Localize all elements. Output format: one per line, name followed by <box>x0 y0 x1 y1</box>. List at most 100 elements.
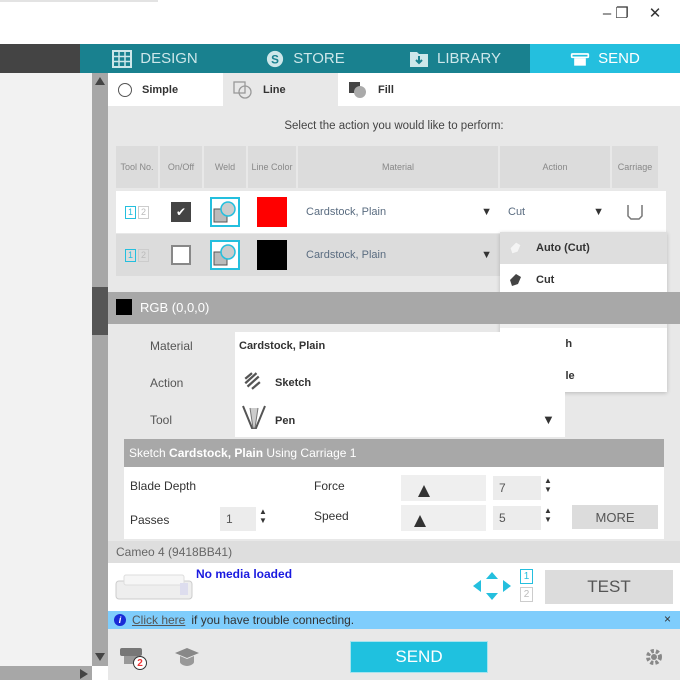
tab-simple[interactable]: Simple <box>108 73 223 106</box>
material-value[interactable]: Cardstock, Plain <box>239 340 325 352</box>
restore-icon: ❐ <box>615 5 629 22</box>
action-label: Action <box>150 376 184 390</box>
radio-circle-icon <box>118 82 132 97</box>
info-text: if you have trouble connecting. <box>191 613 355 627</box>
speed-slider[interactable] <box>401 505 486 531</box>
summary-carriage: Using Carriage 1 <box>263 446 357 460</box>
tutorial-cap-icon[interactable] <box>173 646 201 668</box>
speed-stepper[interactable]: ▲ ▼ <box>543 506 553 524</box>
speed-slider-thumb[interactable] <box>413 515 426 527</box>
carriage-cell[interactable] <box>612 191 658 233</box>
tab-fill[interactable]: Fill <box>338 73 453 106</box>
table-row[interactable]: 12 ✔ Cardstock, Plain ▼ Cut ▼ <box>116 191 666 233</box>
chevron-down-icon: ▼ <box>481 249 492 261</box>
scroll-right-arrow-icon[interactable] <box>80 669 88 679</box>
summary-material: Cardstock, Plain <box>169 446 264 460</box>
queue-count-badge: 2 <box>133 656 147 670</box>
tab-store[interactable]: S STORE <box>230 44 380 73</box>
action-value[interactable]: Sketch <box>275 377 311 389</box>
force-slider[interactable] <box>401 475 486 501</box>
tab-library[interactable]: LIBRARY <box>380 44 530 73</box>
more-button[interactable]: MORE <box>572 505 658 529</box>
vertical-scrollbar[interactable] <box>92 73 108 666</box>
line-color-swatch[interactable] <box>257 240 287 270</box>
stepper-up-icon: ▲ <box>259 507 267 516</box>
speed-label: Speed <box>314 509 349 523</box>
click-here-link[interactable]: Click here <box>132 613 185 627</box>
scroll-down-arrow-icon[interactable] <box>95 653 105 661</box>
force-slider-thumb[interactable] <box>418 485 431 497</box>
header-tool-no: Tool No. <box>116 146 158 188</box>
on-off-checkbox[interactable]: ✔ <box>171 202 191 222</box>
pen-icon <box>242 405 266 429</box>
tab-send[interactable]: SEND <box>530 44 680 73</box>
tool-1[interactable]: 1 <box>125 248 136 262</box>
header-material: Material <box>298 146 498 188</box>
force-input[interactable]: 7 <box>493 476 541 500</box>
move-arrows-icon[interactable] <box>472 571 512 601</box>
passes-stepper[interactable]: ▲ ▼ <box>258 507 268 525</box>
fill-mode-icon <box>349 81 366 98</box>
title-strip <box>0 0 158 2</box>
auto-blade-icon <box>509 241 522 255</box>
tool-number[interactable]: 12 <box>116 191 158 233</box>
carriage-1-selector[interactable]: 1 <box>520 569 533 584</box>
store-s-icon: S <box>267 50 284 67</box>
close-window-button[interactable]: ✕ <box>632 2 678 24</box>
media-status: No media loaded <box>196 567 293 581</box>
info-bar: i Click here if you have trouble connect… <box>108 611 680 629</box>
scroll-up-arrow-icon[interactable] <box>95 77 105 85</box>
send-queue-button[interactable]: 2 <box>118 646 150 675</box>
header-on-off: On/Off <box>160 146 202 188</box>
gear-icon[interactable] <box>643 646 665 668</box>
tab-send-label: SEND <box>598 50 640 67</box>
tab-design[interactable]: DESIGN <box>80 44 230 73</box>
line-color-swatch[interactable] <box>257 197 287 227</box>
selected-color-swatch <box>116 299 132 315</box>
material-label: Material <box>150 339 193 353</box>
device-name[interactable]: Cameo 4 (9418BB41) <box>108 541 680 563</box>
weld-icon[interactable] <box>210 197 240 227</box>
send-button[interactable]: SEND <box>350 641 488 673</box>
header-carriage: Carriage <box>612 146 658 188</box>
carriage-2-selector[interactable]: 2 <box>520 587 533 602</box>
action-prompt: Select the action you would like to perf… <box>284 120 504 132</box>
design-canvas[interactable] <box>0 73 92 666</box>
chevron-down-icon: ▼ <box>481 206 492 218</box>
passes-input[interactable]: 1 <box>220 507 256 531</box>
tool-1[interactable]: 1 <box>125 205 136 219</box>
tool-dropdown-chevron-icon[interactable]: ▼ <box>542 412 555 427</box>
on-off-checkbox[interactable] <box>171 245 191 265</box>
action-select[interactable]: Cut ▼ <box>500 191 610 233</box>
mode-tabs: Simple Line Fill <box>108 73 680 106</box>
material-value: Cardstock, Plain <box>306 249 387 261</box>
tab-store-label: STORE <box>293 50 345 67</box>
tool-value[interactable]: Pen <box>275 415 295 427</box>
tab-design-label: DESIGN <box>140 50 198 67</box>
passes-label: Passes <box>130 513 170 527</box>
tab-line-label: Line <box>263 83 286 96</box>
menu-item-label: Cut <box>536 274 555 286</box>
close-info-button[interactable]: × <box>664 612 671 626</box>
material-select[interactable]: Cardstock, Plain ▼ <box>298 234 498 276</box>
scrollbar-thumb[interactable] <box>92 287 108 335</box>
test-button[interactable]: TEST <box>545 570 673 604</box>
close-icon: ✕ <box>648 5 662 22</box>
tool-label: Tool <box>150 413 173 427</box>
selected-color-label: RGB (0,0,0) <box>140 300 210 315</box>
horizontal-scrollbar[interactable] <box>0 666 92 680</box>
tool-2[interactable]: 2 <box>138 248 149 262</box>
stepper-down-icon: ▼ <box>544 485 552 494</box>
action-value: Cut <box>508 206 526 218</box>
tab-line[interactable]: Line <box>223 73 338 106</box>
tool-2[interactable]: 2 <box>138 205 149 219</box>
force-stepper[interactable]: ▲ ▼ <box>543 476 553 494</box>
speed-input[interactable]: 5 <box>493 506 541 530</box>
weld-icon[interactable] <box>210 240 240 270</box>
chevron-down-icon: ▼ <box>593 206 604 218</box>
tool-number[interactable]: 12 <box>116 234 158 276</box>
material-select[interactable]: Cardstock, Plain ▼ <box>298 191 498 233</box>
menu-item-auto-cut[interactable]: Auto (Cut) <box>500 232 667 264</box>
info-icon: i <box>114 614 126 626</box>
title-bar <box>0 0 680 44</box>
